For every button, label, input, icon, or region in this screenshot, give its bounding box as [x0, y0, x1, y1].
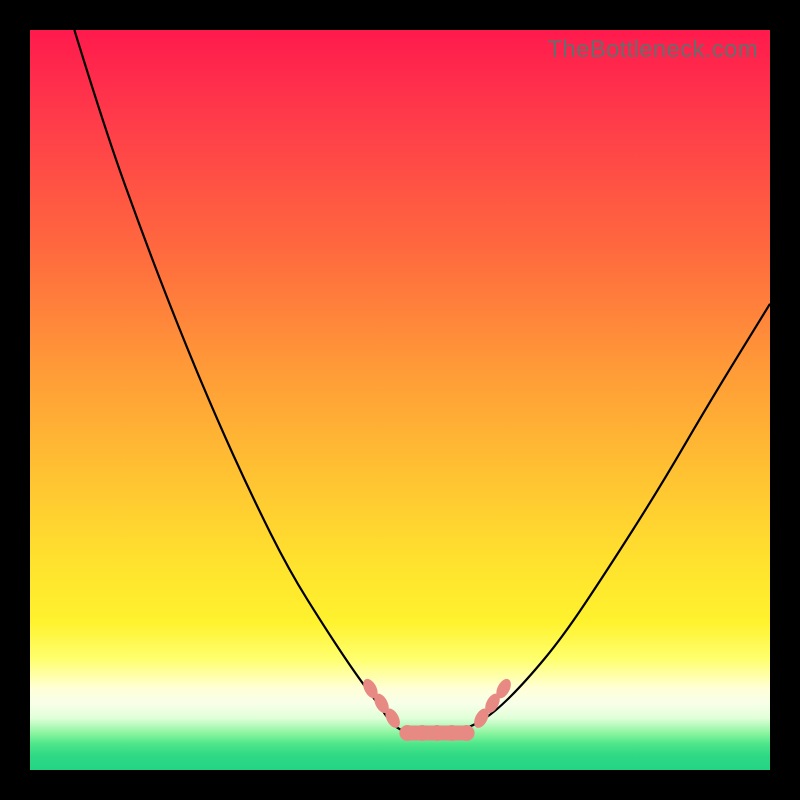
outer-frame: TheBottleneck.com — [0, 0, 800, 800]
plateau-dot — [400, 726, 415, 741]
curve-layer — [30, 30, 770, 770]
plateau-dot — [444, 726, 459, 741]
plateau-dot — [415, 726, 430, 741]
plot-area: TheBottleneck.com — [30, 30, 770, 770]
bottleneck-curve — [74, 30, 770, 733]
curve-markers — [361, 677, 513, 740]
plateau-dot — [459, 726, 474, 741]
plateau-dot — [430, 726, 445, 741]
